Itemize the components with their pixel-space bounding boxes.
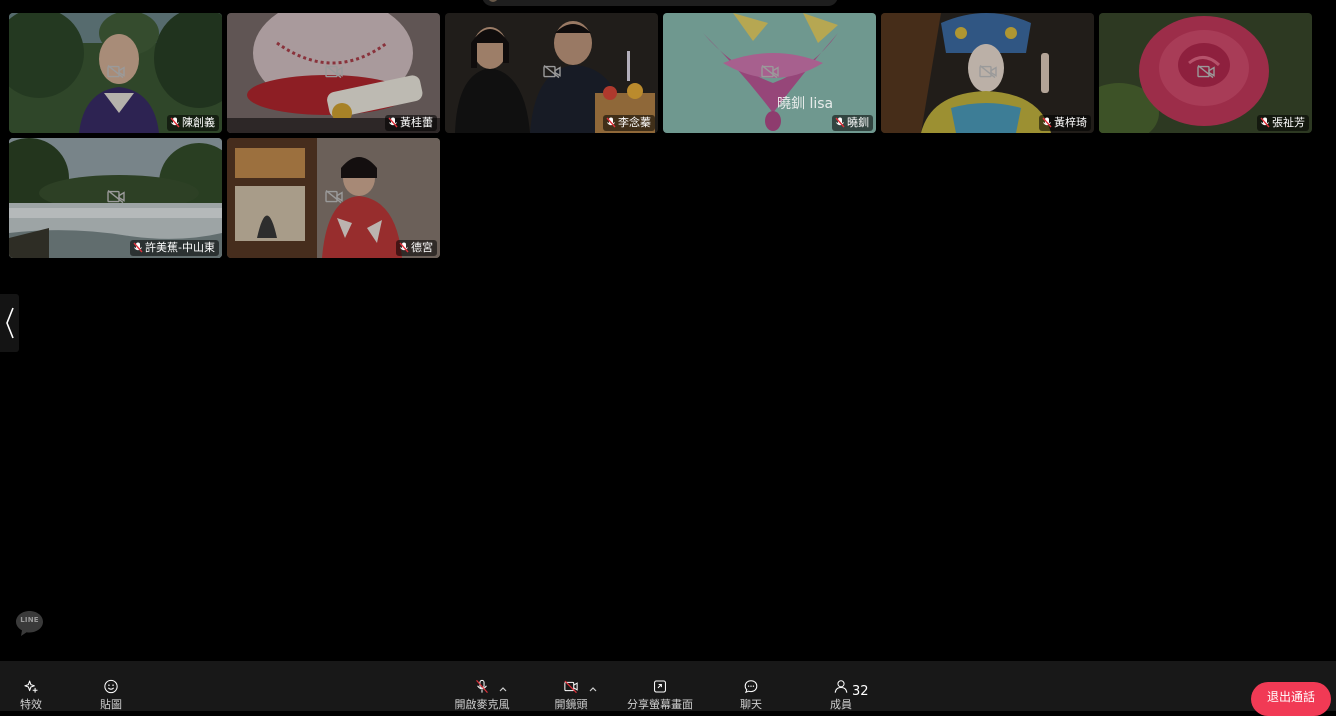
chat-bubble-icon [744,680,758,694]
participant-tile[interactable]: 德宮 [227,138,440,258]
participant-tile[interactable]: 陳創義 [9,13,222,133]
members-label: 成員 [830,698,852,711]
mic-muted-icon [133,242,143,253]
camera-off-icon [106,65,125,79]
share-screen-label: 分享螢幕畫面 [627,698,693,711]
participant-name-tag: 黃梓琦 [1039,115,1091,131]
mic-muted-icon [606,117,616,128]
camera-off-icon [564,680,578,694]
line-logo: LINE [15,610,44,637]
stickers-label: 貼圖 [100,698,122,711]
participant-tile[interactable]: 黃梓琦 [881,13,1094,133]
mic-muted-icon [1042,117,1052,128]
participant-name: 曉釧 [847,116,869,129]
participant-tile[interactable]: 張祉芳 [1099,13,1312,133]
mic-muted-icon [835,117,845,128]
camera-off-icon [760,65,779,79]
line-logo-text: LINE [20,616,39,624]
participant-name-tag: 黃桂蕾 [385,115,437,131]
banner-avatar [488,0,498,2]
stickers-button[interactable]: 貼圖 [94,661,128,711]
participant-name: 陳創義 [182,116,215,129]
participant-name: 許美蕉-中山東 [145,241,215,254]
participant-name: 德宮 [411,241,433,254]
participant-name-tag: 李念蓁 [603,115,655,131]
participant-name-tag: 許美蕉-中山東 [130,240,219,256]
participant-name-tag: 張祉芳 [1257,115,1309,131]
mic-off-icon [476,679,488,694]
participant-name-tag: 陳創義 [167,115,219,131]
chat-button[interactable]: 聊天 [734,661,768,711]
participant-tile[interactable]: 許美蕉-中山東 [9,138,222,258]
chevron-left-icon [5,307,14,339]
tile-overlay-text: 曉釧 lisa [777,96,834,112]
participant-tile[interactable]: 李念蓁 [445,13,658,133]
mic-muted-icon [388,117,398,128]
camera-off-icon [542,65,561,79]
participant-tile[interactable]: 曉釧 lisa 曉釧 [663,13,876,133]
camera-options-caret-icon[interactable] [589,686,597,692]
previous-page-button[interactable] [0,294,19,352]
participant-name: 黃梓琦 [1054,116,1087,129]
video-stage: 陳創義 黃桂蕾 李念蓁 曉釧 lisa 曉釧 黃梓琦 張祉芳 許美蕉-中山東 德… [0,0,1336,661]
microphone-label: 開啟麥克風 [454,698,510,711]
participant-name-tag: 德宮 [396,240,437,256]
participant-name: 李念蓁 [618,116,651,129]
camera-off-icon [324,65,343,79]
sparkle-icon [24,680,38,693]
chat-label: 聊天 [740,698,762,711]
camera-off-icon [1196,65,1215,79]
camera-off-icon [106,190,125,204]
camera-label: 開鏡頭 [554,698,588,711]
camera-off-icon [978,65,997,79]
person-icon [834,680,848,693]
call-toolbar: 特效 貼圖 開啟麥克風 開鏡頭 分享螢幕畫面 聊天 成員 [0,661,1336,711]
participant-tile[interactable]: 黃桂蕾 [227,13,440,133]
share-screen-button[interactable]: 分享螢幕畫面 [624,661,696,711]
mic-muted-icon [170,117,180,128]
effects-button[interactable]: 特效 [14,661,48,711]
mic-muted-icon [1260,117,1270,128]
participant-name: 張祉芳 [1272,116,1305,129]
effects-label: 特效 [20,698,42,711]
smiley-icon [104,679,118,694]
mic-muted-icon [399,242,409,253]
mic-options-caret-icon[interactable] [499,686,507,692]
share-screen-icon [654,680,666,693]
members-count: 32 [852,684,869,699]
top-banner[interactable] [482,0,838,6]
camera-off-icon [324,190,343,204]
participant-name: 黃桂蕾 [400,116,433,129]
participant-name-tag: 曉釧 [832,115,873,131]
